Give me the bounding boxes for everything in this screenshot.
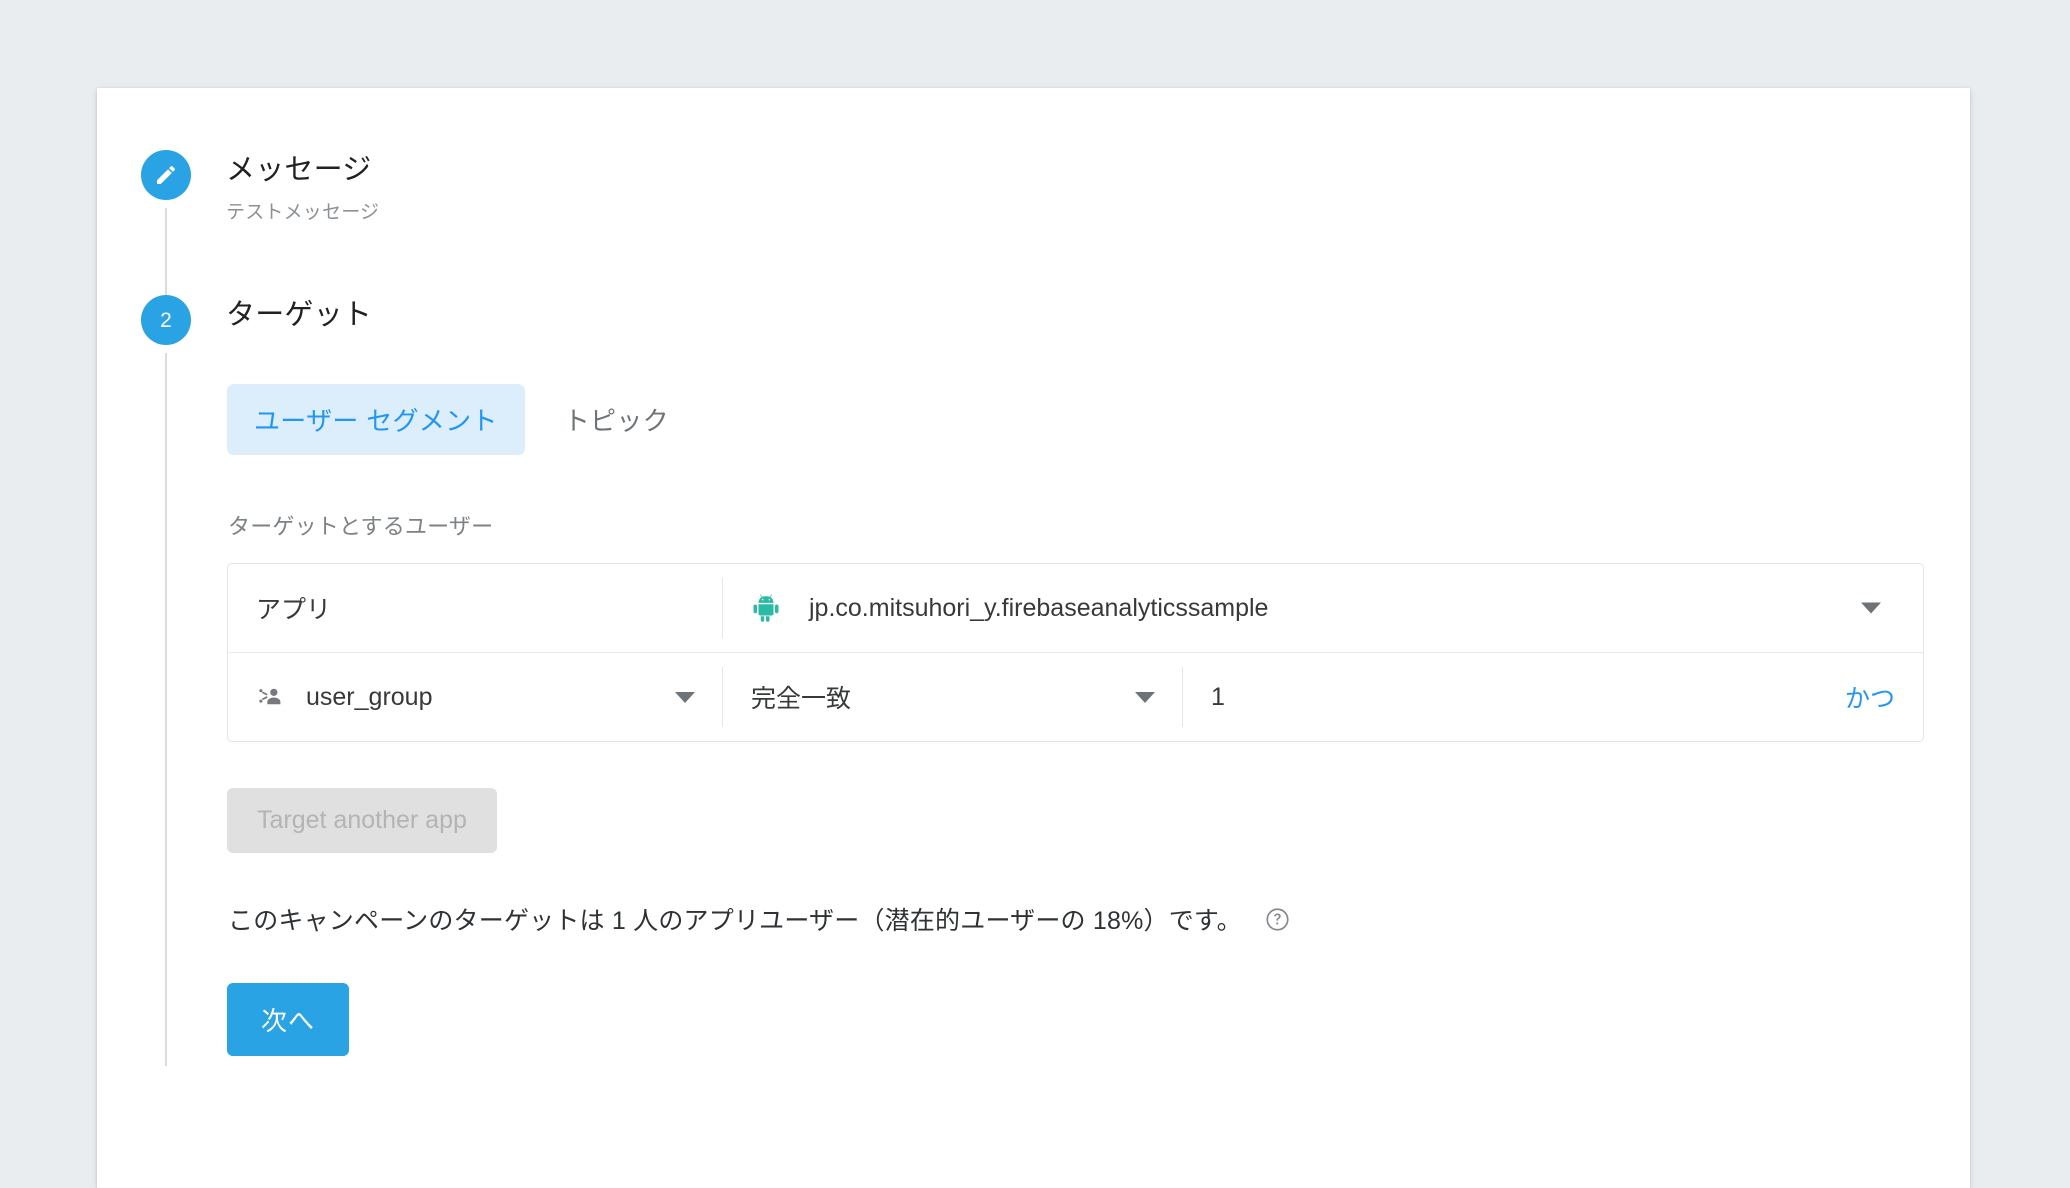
step-target-marker[interactable]: 2 <box>141 295 191 345</box>
target-conditions-table: アプリ jp.co.mitsuhori_y.firebaseanalyticss… <box>227 563 1924 743</box>
step-message-title: メッセージ <box>226 154 372 186</box>
step-message-subtitle: テストメッセージ <box>226 202 380 224</box>
composer-card: メッセージ テストメッセージ 2 ターゲット ユーザー セグメント トピック タ… <box>97 88 1970 1188</box>
app-select-cell[interactable]: jp.co.mitsuhori_y.firebaseanalyticssampl… <box>723 564 1923 652</box>
app-label-cell: アプリ <box>228 564 723 652</box>
target-type-tabs: ユーザー セグメント トピック <box>227 384 1931 456</box>
help-circle-icon[interactable] <box>1264 906 1291 933</box>
app-label: アプリ <box>256 596 332 625</box>
app-package-name: jp.co.mitsuhori_y.firebaseanalyticssampl… <box>809 593 1269 622</box>
chevron-down-icon[interactable] <box>1861 602 1881 614</box>
dimension-name: user_group <box>306 682 433 711</box>
condition-value-cell[interactable]: 1 かつ <box>1183 653 1923 741</box>
step-target-title: ターゲット <box>226 299 373 331</box>
step-connector-line <box>165 208 167 305</box>
step-message-marker[interactable] <box>141 150 191 200</box>
operator-value: 完全一致 <box>751 685 852 714</box>
table-row-condition: user_group 完全一致 1 かつ <box>228 652 1923 741</box>
target-summary-text: このキャンペーンのターゲットは 1 人のアプリユーザー（潜在的ユーザーの 18%… <box>228 907 1242 936</box>
step-connector-line-2 <box>165 353 167 1067</box>
table-row-app: アプリ jp.co.mitsuhori_y.firebaseanalyticss… <box>228 564 1923 652</box>
dimension-select[interactable]: user_group <box>228 653 723 741</box>
user-group-icon <box>256 683 284 711</box>
tab-topic[interactable]: トピック <box>537 384 696 455</box>
target-another-app-button[interactable]: Target another app <box>227 788 497 854</box>
tab-user-segment[interactable]: ユーザー セグメント <box>227 384 525 456</box>
android-icon <box>751 593 781 623</box>
next-button[interactable]: 次へ <box>227 983 350 1057</box>
target-summary: このキャンペーンのターゲットは 1 人のアプリユーザー（潜在的ユーザーの 18%… <box>228 901 1931 937</box>
target-users-label: ターゲットとするユーザー <box>228 514 494 540</box>
pencil-icon <box>154 163 178 187</box>
campaign-stepper: メッセージ テストメッセージ 2 ターゲット ユーザー セグメント トピック タ… <box>141 150 1931 1067</box>
chevron-down-icon[interactable] <box>1135 691 1155 703</box>
step-target-number: 2 <box>160 308 172 332</box>
and-condition-link[interactable]: かつ <box>1845 679 1895 715</box>
step-target: 2 ターゲット ユーザー セグメント トピック ターゲットとするユーザー アプリ <box>141 295 1931 1067</box>
step-message[interactable]: メッセージ テストメッセージ <box>141 150 1931 305</box>
condition-value[interactable]: 1 <box>1211 683 1225 712</box>
chevron-down-icon[interactable] <box>675 691 695 703</box>
operator-select[interactable]: 完全一致 <box>723 653 1183 741</box>
